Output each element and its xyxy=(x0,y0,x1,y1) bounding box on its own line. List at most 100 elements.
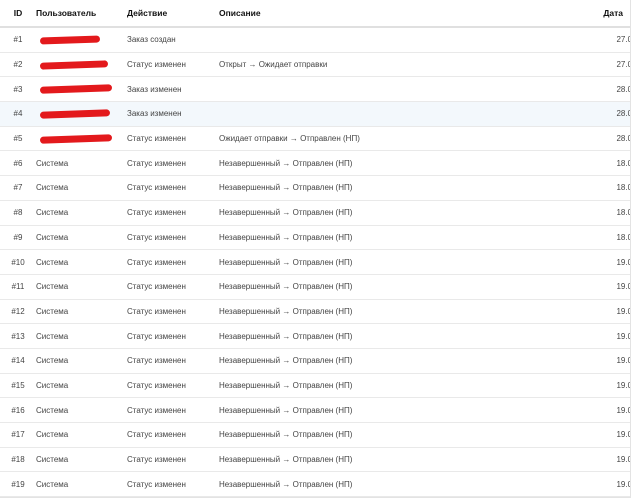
cell-description: Незавершенный → Отправлен (НП) xyxy=(219,422,519,448)
cell-date: 19.01.2022, 03:40 xyxy=(519,323,630,349)
cell-date: 19.01.2022, 04:53 xyxy=(519,348,630,374)
cell-description: Незавершенный → Отправлен (НП) xyxy=(219,150,519,177)
table-row[interactable]: #7 Система Статус изменен Незавершенный → О… xyxy=(0,175,630,201)
cell-user xyxy=(36,126,127,152)
table-row[interactable]: #14 Система Статус изменен Незавершенный → … xyxy=(0,348,630,374)
table-row[interactable]: #3 Заказ изменен 28.05.2021, 14:25 xyxy=(0,76,630,103)
cell-action: Заказ создан xyxy=(127,27,219,53)
cell-user: Система xyxy=(36,274,127,300)
redaction-mark xyxy=(39,109,111,119)
table-row[interactable]: #9 Система Статус изменен Незавершенный → О… xyxy=(0,225,630,251)
table-row[interactable]: #10 Система Статус изменен Незавершенный → … xyxy=(0,249,630,275)
cell-date: 19.01.2022, 06:56 xyxy=(519,397,630,423)
header-date[interactable]: Дата xyxy=(519,0,630,28)
table-row[interactable]: #13 Система Статус изменен Незавершенный → … xyxy=(0,323,630,349)
header-id[interactable]: ID xyxy=(0,0,36,28)
cell-id: #2 xyxy=(0,52,36,78)
cell-action: Заказ изменен xyxy=(127,101,219,127)
cell-description xyxy=(219,27,519,53)
cell-date: 19.01.2022, 07:44 xyxy=(519,422,630,448)
cell-action: Статус изменен xyxy=(127,52,219,78)
table-row[interactable]: #15 Система Статус изменен Незавершенный → … xyxy=(0,373,630,399)
header-action[interactable]: Действие xyxy=(127,0,219,28)
cell-action: Статус изменен xyxy=(127,373,219,399)
table-header: ID Пользователь Действие Описание Дата xyxy=(0,0,630,28)
cell-id: #7 xyxy=(0,175,36,201)
cell-description: Незавершенный → Отправлен (НП) xyxy=(219,200,519,226)
cell-id: #16 xyxy=(0,397,36,423)
table-row[interactable]: #4 Заказ изменен 28.05.2021, 16:09 xyxy=(0,101,630,127)
cell-user: Система xyxy=(36,447,127,473)
header-description[interactable]: Описание xyxy=(219,0,519,28)
header-user[interactable]: Пользователь xyxy=(36,0,127,28)
cell-action: Заказ изменен xyxy=(127,76,219,103)
cell-user: Система xyxy=(36,200,127,226)
table-row[interactable]: #5 Статус изменен Ожидает отправки → Отпра… xyxy=(0,126,630,152)
table-row[interactable]: #18 Система Статус изменен Незавершенный → … xyxy=(0,447,630,473)
cell-date: 18.01.2022, 22:46 xyxy=(519,200,630,226)
cell-date: 19.01.2022, 02:51 xyxy=(519,299,630,325)
table-row[interactable]: #16 Система Статус изменен Незавершенный → … xyxy=(0,397,630,423)
cell-user: Система xyxy=(36,471,127,497)
table-row[interactable]: #11 Система Статус изменен Незавершенный → … xyxy=(0,274,630,300)
cell-user: Система xyxy=(36,299,127,325)
cell-action: Статус изменен xyxy=(127,274,219,300)
cell-action: Статус изменен xyxy=(127,447,219,473)
table-row[interactable]: #17 Система Статус изменен Незавершенный → … xyxy=(0,422,630,448)
cell-user xyxy=(36,101,127,127)
redaction-mark xyxy=(39,84,113,94)
cell-user: Система xyxy=(36,323,127,349)
cell-description xyxy=(219,76,519,103)
cell-id: #13 xyxy=(0,323,36,349)
cell-id: #18 xyxy=(0,447,36,473)
table-row[interactable]: #2 Статус изменен Открыт → Ожидает отправк… xyxy=(0,52,630,78)
cell-description: Открыт → Ожидает отправки xyxy=(219,52,519,78)
cell-description: Незавершенный → Отправлен (НП) xyxy=(219,299,519,325)
cell-id: #15 xyxy=(0,373,36,399)
cell-description: Незавершенный → Отправлен (НП) xyxy=(219,249,519,275)
table-body: #1 Заказ создан 27.05.2021, 17:30 #2 Статус … xyxy=(0,27,630,497)
table-row[interactable]: #19 Система Статус изменен Незавершенный → … xyxy=(0,471,630,497)
cell-id: #9 xyxy=(0,225,36,251)
cell-action: Статус изменен xyxy=(127,422,219,448)
cell-user: Система xyxy=(36,397,127,423)
cell-date: 19.01.2022, 09:47 xyxy=(519,471,630,497)
cell-date: 18.01.2022, 20:43 xyxy=(519,150,630,177)
cell-action: Статус изменен xyxy=(127,175,219,201)
cell-user: Система xyxy=(36,249,127,275)
cell-id: #19 xyxy=(0,471,36,497)
cell-user: Система xyxy=(36,373,127,399)
cell-date: 27.05.2021, 17:30 xyxy=(519,27,630,53)
cell-description: Незавершенный → Отправлен (НП) xyxy=(219,447,519,473)
cell-description: Незавершенный → Отправлен (НП) xyxy=(219,348,519,374)
cell-action: Статус изменен xyxy=(127,200,219,226)
cell-action: Статус изменен xyxy=(127,397,219,423)
cell-date: 19.01.2022, 00:49 xyxy=(519,249,630,275)
table-row[interactable]: #8 Система Статус изменен Незавершенный → О… xyxy=(0,200,630,226)
cell-description: Незавершенный → Отправлен (НП) xyxy=(219,175,519,201)
cell-user xyxy=(36,27,127,53)
cell-action: Статус изменен xyxy=(127,150,219,177)
cell-description: Незавершенный → Отправлен (НП) xyxy=(219,397,519,423)
order-history-table: ID Пользователь Действие Описание Дата #… xyxy=(0,0,630,497)
cell-description: Незавершенный → Отправлен (НП) xyxy=(219,274,519,300)
table-row[interactable]: #6 Система Статус изменен Незавершенный → О… xyxy=(0,150,630,177)
history-table-container: ID Пользователь Действие Описание Дата #… xyxy=(0,0,631,498)
cell-user: Система xyxy=(36,422,127,448)
cell-description: Незавершенный → Отправлен (НП) xyxy=(219,373,519,399)
cell-id: #11 xyxy=(0,274,36,300)
cell-id: #8 xyxy=(0,200,36,226)
cell-id: #5 xyxy=(0,126,36,152)
cell-description: Незавершенный → Отправлен (НП) xyxy=(219,323,519,349)
redaction-mark xyxy=(39,133,113,144)
cell-id: #14 xyxy=(0,348,36,374)
cell-id: #4 xyxy=(0,101,36,127)
cell-date: 19.01.2022, 05:42 xyxy=(519,373,630,399)
cell-id: #10 xyxy=(0,249,36,275)
table-row[interactable]: #1 Заказ создан 27.05.2021, 17:30 xyxy=(0,27,630,53)
header-row: ID Пользователь Действие Описание Дата xyxy=(0,0,630,28)
cell-date: 28.05.2021, 16:09 xyxy=(519,101,630,127)
table-row[interactable]: #12 Система Статус изменен Незавершенный → … xyxy=(0,299,630,325)
cell-action: Статус изменен xyxy=(127,126,219,152)
cell-user xyxy=(36,52,127,78)
